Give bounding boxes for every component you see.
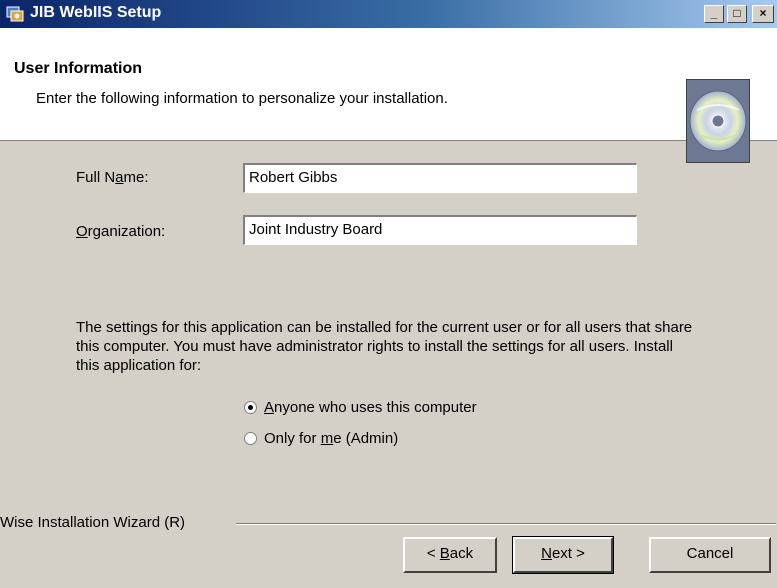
cd-disc-icon bbox=[686, 79, 750, 163]
window-title: JIB WebIIS Setup bbox=[30, 4, 162, 21]
back-button[interactable]: < Back bbox=[403, 537, 497, 573]
close-button[interactable]: × bbox=[752, 5, 774, 23]
page-title: User Information bbox=[14, 60, 143, 77]
minimize-button[interactable]: _ bbox=[704, 5, 724, 23]
radio-anyone-button[interactable] bbox=[244, 401, 257, 414]
full-name-label: Full Name: bbox=[76, 169, 149, 186]
title-bar[interactable]: JIB WebIIS Setup _ □ × bbox=[0, 0, 777, 28]
radio-only-me-label[interactable]: Only for me (Admin) bbox=[264, 430, 398, 447]
cancel-button[interactable]: Cancel bbox=[649, 537, 771, 573]
radio-anyone-label[interactable]: Anyone who uses this computer bbox=[264, 399, 477, 416]
wizard-brand: Wise Installation Wizard (R) bbox=[0, 514, 192, 531]
setup-app-icon bbox=[6, 5, 24, 23]
organization-label: Organization: bbox=[76, 223, 166, 240]
organization-field[interactable]: Joint Industry Board bbox=[243, 215, 637, 245]
radio-only-me-button[interactable] bbox=[244, 432, 257, 445]
footer-divider bbox=[236, 523, 776, 525]
next-button[interactable]: Next > bbox=[512, 536, 614, 574]
page-subtitle: Enter the following information to perso… bbox=[36, 90, 448, 107]
wizard-header: User Information Enter the following inf… bbox=[0, 28, 777, 163]
full-name-field[interactable]: Robert Gibbs bbox=[243, 163, 637, 193]
maximize-button[interactable]: □ bbox=[727, 5, 747, 23]
install-scope-description: The settings for this application can be… bbox=[76, 319, 693, 374]
